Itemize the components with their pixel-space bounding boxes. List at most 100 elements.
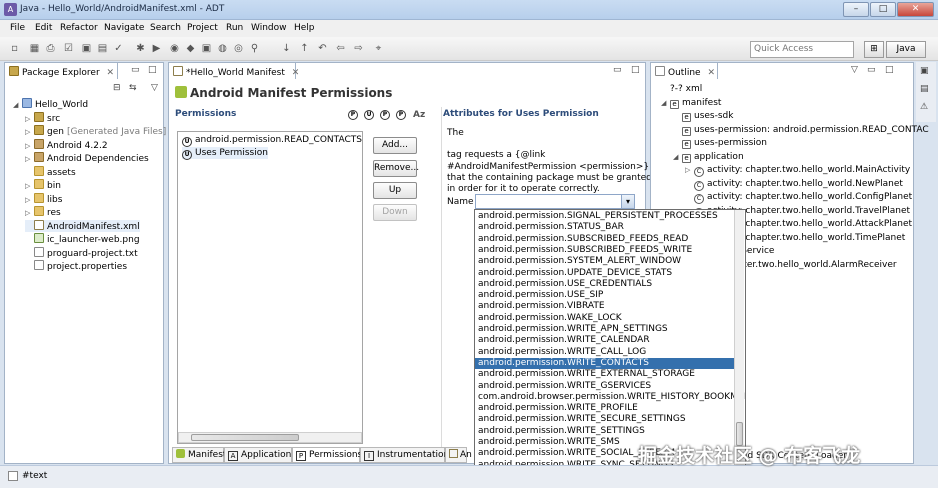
tree-item-libs[interactable]: ▷ libs [25,192,62,205]
java-perspective-button[interactable]: Java [886,41,926,58]
tree-item-androidmanifest-xml[interactable]: AndroidManifest.xml [25,219,140,232]
minimize-view-icon[interactable]: ▭ [613,65,622,75]
quick-access-input[interactable]: Quick Access [750,41,854,58]
close-icon[interactable]: ✕ [292,68,300,78]
add-permission-group-icon[interactable]: P [380,110,390,120]
minimize-button[interactable]: – [843,2,869,17]
package-explorer-tab[interactable]: Package Explorer ✕ [4,62,118,79]
outline-item[interactable]: e uses-permission [673,137,767,149]
dropdown-option[interactable]: android.permission.USE_SIP [478,290,733,301]
tree-item-bin[interactable]: ▷ bin [25,179,61,191]
close-icon[interactable]: ✕ [107,68,115,78]
dropdown-option[interactable]: android.permission.STATUS_BAR [478,222,733,233]
tree-item-hello-world[interactable]: ◢ Hello_World [13,98,88,110]
dropdown-option[interactable]: android.permission.SYSTEM_ALERT_WINDOW [478,256,733,267]
dropdown-option[interactable]: android.permission.WRITE_APN_SETTINGS [478,324,733,335]
chevron-down-icon[interactable]: ▾ [621,195,634,208]
menu-window[interactable]: Window [251,23,287,33]
maximize-view-icon[interactable]: □ [148,65,157,75]
dropdown-option[interactable]: android.permission.VIBRATE [478,301,733,312]
dropdown-option[interactable]: android.permission.WRITE_EXTERNAL_STORAG… [478,369,733,380]
outline-item[interactable]: Cactivity: chapter.two.hello_world.NewPl… [685,178,903,191]
view-menu-chevron-down-icon[interactable]: ▽ [851,65,858,75]
view-menu-chevron-down-icon[interactable]: ▽ [151,83,158,93]
link-with-editor-icon[interactable]: ⇆ [129,83,137,93]
dropdown-option[interactable]: android.permission.WAKE_LOCK [478,313,733,324]
dropdown-option[interactable]: android.permission.WRITE_GSERVICES [478,381,733,392]
permission-list-item[interactable]: U Uses Permission [182,147,268,160]
last-edit-icon[interactable]: ↶ [316,42,329,55]
new-class-icon[interactable]: ◍ [216,42,229,55]
outline-item[interactable]: ?-? xml [661,83,702,95]
outline-item[interactable]: e uses-permission: android.permission.REA… [673,124,929,136]
menu-navigate[interactable]: Navigate [104,23,144,33]
dropdown-option[interactable]: android.permission.WRITE_CALENDAR [478,335,733,346]
tree-item-android-4-2-2[interactable]: ▷ Android 4.2.2 [25,138,108,152]
tree-item-res[interactable]: ▷ res [25,206,61,218]
run-icon[interactable]: ▶ [150,42,163,55]
close-window-button[interactable]: ✕ [897,2,934,17]
dropdown-option[interactable]: android.permission.WRITE_CALL_LOG [478,347,733,358]
save-icon[interactable]: ▦ [28,42,41,55]
collapse-all-icon[interactable]: ⊟ [113,83,121,93]
menu-help[interactable]: Help [294,23,315,33]
maximize-button[interactable]: □ [870,2,896,17]
menu-edit[interactable]: Edit [35,23,52,33]
add-permission-icon[interactable]: P [348,110,358,120]
scroll-thumb[interactable] [191,434,299,441]
outline-tab[interactable]: Outline ✕ [650,62,718,79]
tab-application[interactable]: A Application [224,447,292,463]
menu-search[interactable]: Search [150,23,181,33]
collapsed-arrow-icon[interactable]: ▷ [25,113,34,125]
permission-list-item[interactable]: Uandroid.permission.READ_CONTACTS [182,134,362,147]
up-button[interactable]: Up [373,182,417,199]
remove-button[interactable]: Remove... [373,160,419,177]
expanded-arrow-icon[interactable]: ◢ [661,97,670,109]
tree-item-assets[interactable]: assets [25,165,76,178]
collapsed-arrow-icon[interactable]: ▷ [25,153,34,165]
debug-icon[interactable]: ✱ [134,42,147,55]
new-icon[interactable]: ▫ [8,42,21,55]
collapsed-arrow-icon[interactable]: ▷ [25,140,34,152]
android-sdk-icon[interactable]: ▣ [80,42,93,55]
dropdown-option[interactable]: android.permission.WRITE_CONTACTS [475,357,735,369]
pin-editor-icon[interactable]: ⌖ [372,42,385,55]
tab-androidmanifest-xml[interactable]: An [445,447,472,463]
add-permission-tree-icon[interactable]: P [396,110,406,120]
name-combo[interactable]: ▾ [475,194,635,209]
horizontal-scrollbar[interactable] [178,432,362,443]
search-icon[interactable]: ⚲ [248,42,261,55]
dropdown-option[interactable]: android.permission.SUBSCRIBED_FEEDS_READ [478,234,733,245]
menu-file[interactable]: File [10,23,25,33]
dropdown-option[interactable]: android.permission.WRITE_SETTINGS [478,426,733,437]
tree-item-proguard-project-txt[interactable]: proguard-project.txt [25,246,138,259]
maximize-view-icon[interactable]: □ [631,65,640,75]
menu-project[interactable]: Project [187,23,218,33]
outline-item[interactable]: ▷ Cactivity: chapter.two.hello_world.Main… [685,164,910,177]
tree-item-gen[interactable]: ▷ gen [Generated Java Files] [25,125,166,137]
dropdown-option[interactable]: android.permission.WRITE_PROFILE [478,403,733,414]
tree-item-android-dependencies[interactable]: ▷ Android Dependencies [25,152,149,164]
expanded-arrow-icon[interactable]: ◢ [13,99,22,111]
down-button[interactable]: Down [373,204,417,221]
back-icon[interactable]: ⇦ [334,42,347,55]
permissions-list[interactable]: Uandroid.permission.READ_CONTACTS U Uses P… [177,131,363,444]
tab-permissions[interactable]: P Permissions [292,447,362,463]
open-perspective-button[interactable]: ⊞ [864,41,884,58]
tree-item-ic-launcher-web-png[interactable]: ic_launcher-web.png [25,233,140,245]
tree-item-src[interactable]: ▷ src [25,111,60,125]
menu-run[interactable]: Run [226,23,243,33]
lint-icon[interactable]: ✓ [112,42,125,55]
add-button[interactable]: Add... [373,137,417,154]
new-java-project-icon[interactable]: ◆ [184,42,197,55]
dropdown-option[interactable]: android.permission.WRITE_SECURE_SETTINGS [478,414,733,425]
dropdown-option[interactable]: android.permission.SUBSCRIBED_FEEDS_WRIT… [478,245,733,256]
tree-item-project-properties[interactable]: project.properties [25,260,127,272]
tab-instrumentation[interactable]: I Instrumentation [360,447,449,463]
dropdown-option[interactable]: android.permission.UPDATE_DEVICE_STATS [478,268,733,279]
outline-item[interactable]: ◢ e application [673,151,744,163]
tab-manifest[interactable]: Manifest [172,447,226,463]
problems-icon[interactable]: ⚠ [920,102,928,112]
restore-view-icon[interactable]: ▣ [920,66,929,76]
maximize-view-icon[interactable]: □ [885,65,894,75]
